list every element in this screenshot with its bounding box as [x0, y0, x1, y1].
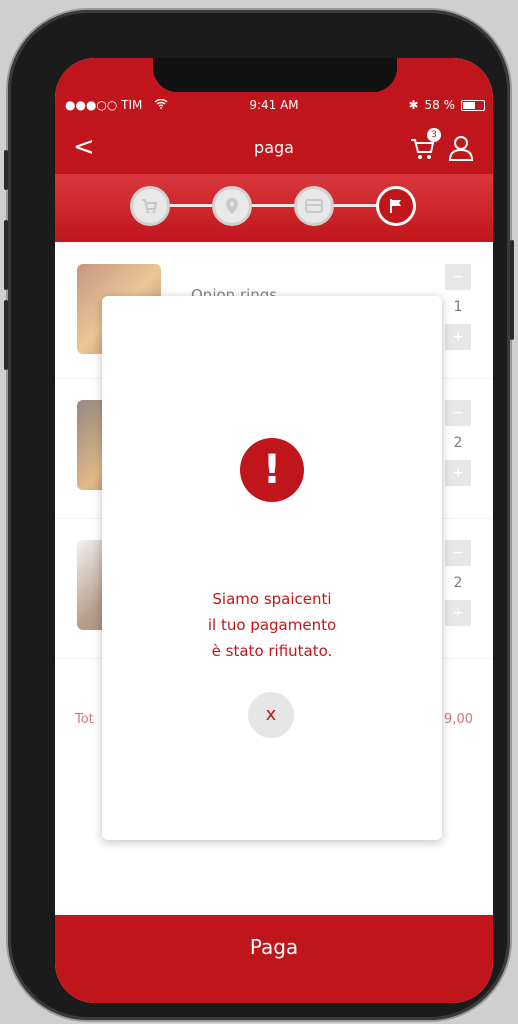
cart-icon: [142, 199, 158, 214]
mute-switch: [4, 150, 8, 190]
step-cart[interactable]: [130, 186, 170, 226]
pay-bar[interactable]: Paga: [55, 915, 493, 1003]
close-button[interactable]: x: [248, 692, 294, 738]
flag-icon: [390, 199, 401, 213]
error-modal: ! Siamo spaicenti il tuo pagamento è sta…: [102, 296, 442, 840]
error-message: Siamo spaicenti il tuo pagamento è stato…: [102, 586, 442, 664]
card-icon: [305, 199, 323, 213]
step-confirm[interactable]: [376, 186, 416, 226]
status-bar: ●●●○○ TIM 9:41 AM ✱ 58 %: [55, 98, 493, 118]
user-icon[interactable]: [447, 134, 475, 162]
alert-icon: !: [240, 438, 304, 502]
error-message-line: è stato rifiutato.: [211, 642, 333, 660]
error-message-line: Siamo spaicenti: [212, 590, 332, 608]
location-icon: [226, 198, 238, 214]
cart-badge: 3: [427, 128, 441, 142]
error-message-line: il tuo pagamento: [207, 616, 337, 634]
battery-icon: [461, 99, 485, 111]
step-location[interactable]: [212, 186, 252, 226]
bluetooth-icon: ✱: [408, 98, 419, 112]
pay-button[interactable]: Paga: [55, 935, 493, 959]
step-payment[interactable]: [294, 186, 334, 226]
battery-label: 58 %: [424, 98, 456, 112]
cart-icon[interactable]: 3: [409, 128, 441, 162]
screen: ●●●○○ TIM 9:41 AM ✱ 58 % < paga 3 Onion …: [55, 58, 493, 1003]
progress-connector: [170, 204, 380, 207]
volume-up-button: [4, 220, 8, 290]
phone-frame: ●●●○○ TIM 9:41 AM ✱ 58 % < paga 3 Onion …: [4, 10, 514, 1020]
checkout-progress: [55, 174, 493, 242]
nav-bar: < paga 3: [55, 128, 493, 166]
power-button: [510, 240, 514, 340]
volume-down-button: [4, 300, 8, 370]
notch: [153, 58, 397, 92]
